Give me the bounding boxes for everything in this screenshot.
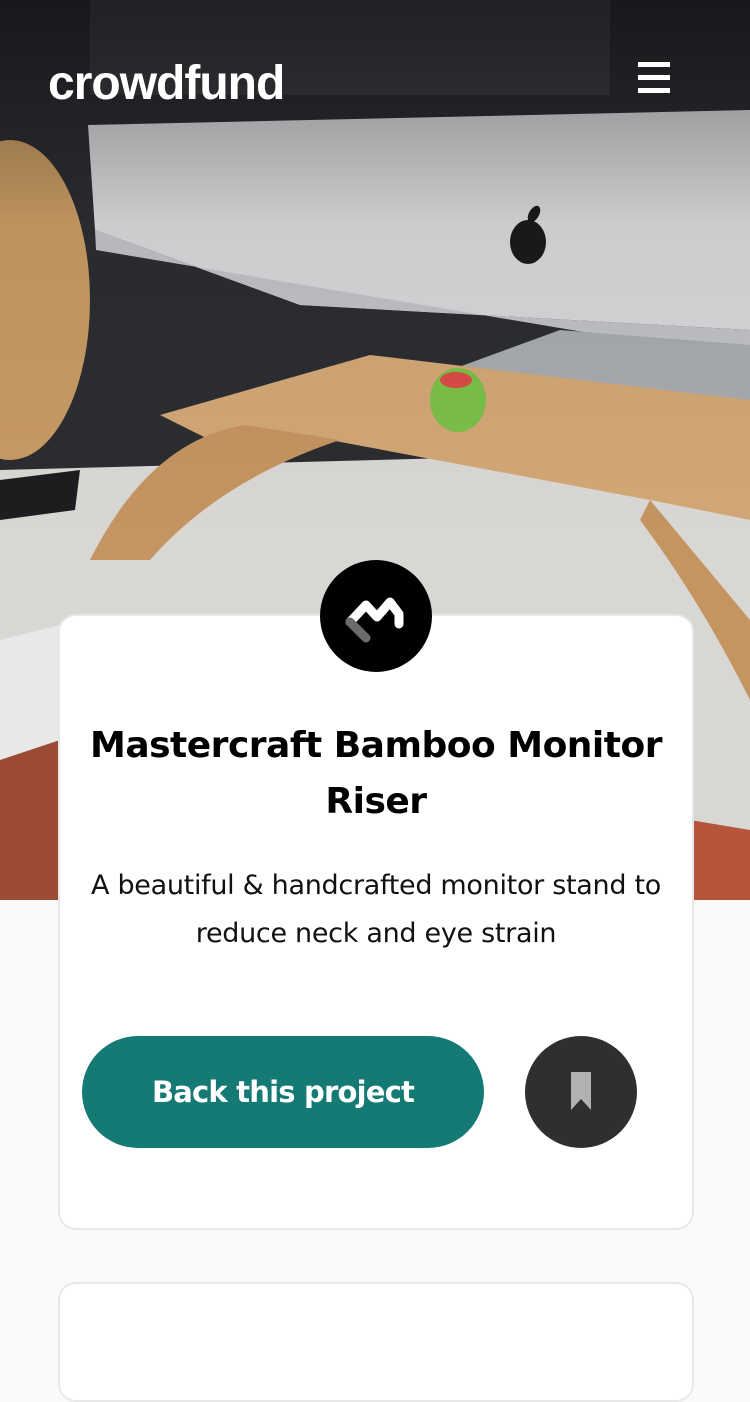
site-logo[interactable]: crowdfund	[48, 56, 285, 112]
bookmark-icon	[571, 1072, 591, 1110]
back-project-button[interactable]: Back this project	[82, 1036, 484, 1148]
project-title: Mastercraft Bamboo Monitor Riser	[90, 725, 662, 822]
project-description: A beautiful & handcrafted monitor stand …	[91, 870, 661, 949]
next-card	[58, 1282, 694, 1402]
mastercraft-logo-icon	[320, 560, 432, 672]
hamburger-menu-icon[interactable]	[636, 60, 674, 98]
mastercraft-logo-glyph	[345, 597, 404, 643]
bookmark-button[interactable]	[525, 1036, 637, 1148]
